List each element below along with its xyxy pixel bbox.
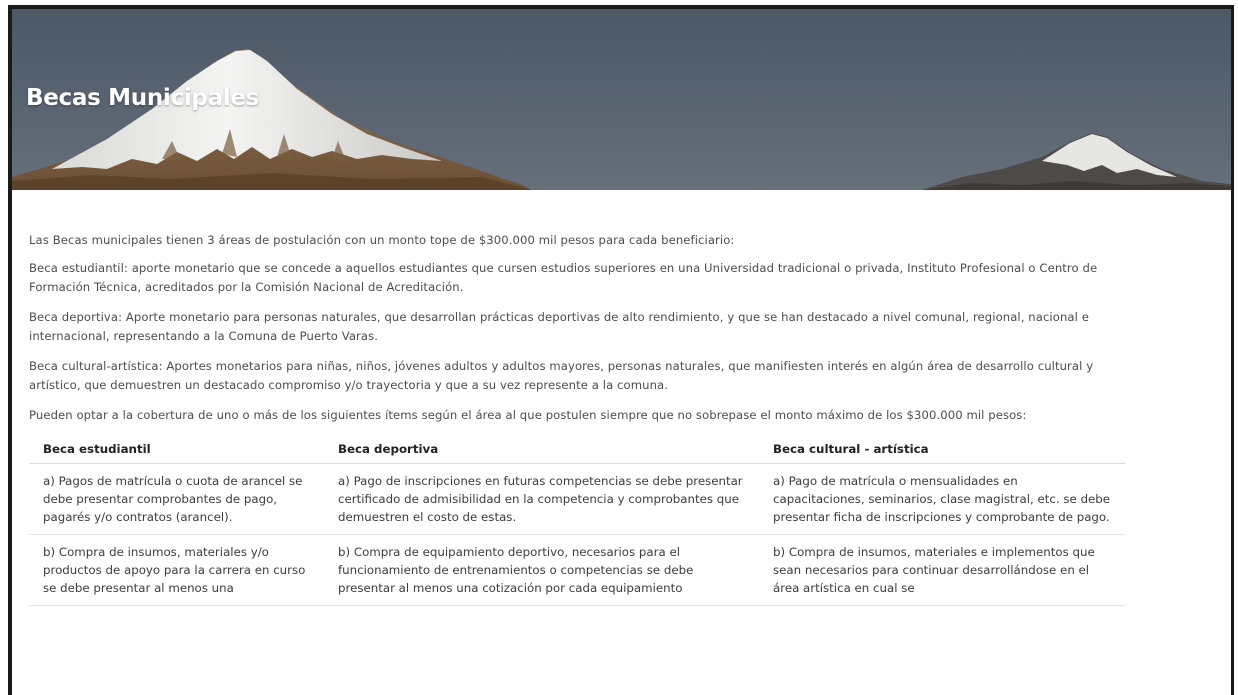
intro-paragraph: Las Becas municipales tienen 3 áreas de …	[29, 233, 735, 247]
page-title: Becas Municipales	[26, 85, 260, 111]
paragraph-cobertura: Pueden optar a la cobertura de uno o más…	[29, 408, 1027, 422]
paragraph-beca-estudiantil: Beca estudiantil: aporte monetario que s…	[29, 261, 1098, 294]
table-cell: b) Compra de equipamiento deportivo, nec…	[324, 534, 759, 606]
header-beca-cultural: Beca cultural - artística	[759, 436, 1125, 464]
table-row: a) Pagos de matrícula o cuota de arancel…	[29, 463, 1125, 535]
paragraph-beca-deportiva: Beca deportiva: Aporte monetario para pe…	[29, 310, 1089, 343]
table-cell: b) Compra de insumos, materiales e imple…	[759, 534, 1125, 606]
table-row: b) Compra de insumos, materiales y/o pro…	[29, 534, 1125, 606]
table-cell: a) Pago de matrícula o mensualidades en …	[759, 463, 1125, 535]
table-cell: a) Pagos de matrícula o cuota de arancel…	[29, 463, 324, 535]
page-frame: Becas Municipales Las Becas municipales …	[8, 5, 1234, 695]
becas-table: Beca estudiantil Beca deportiva Beca cul…	[29, 436, 1125, 606]
main-content: Las Becas municipales tienen 3 áreas de …	[29, 231, 1129, 606]
table-header-row: Beca estudiantil Beca deportiva Beca cul…	[29, 436, 1125, 464]
header-beca-deportiva: Beca deportiva	[324, 436, 759, 464]
header-beca-estudiantil: Beca estudiantil	[29, 436, 324, 464]
table-cell: a) Pago de inscripciones en futuras comp…	[324, 463, 759, 535]
hero-banner: Becas Municipales	[12, 9, 1231, 190]
paragraph-beca-cultural: Beca cultural-artística: Aportes monetar…	[29, 359, 1094, 392]
table-cell: b) Compra de insumos, materiales y/o pro…	[29, 534, 324, 606]
